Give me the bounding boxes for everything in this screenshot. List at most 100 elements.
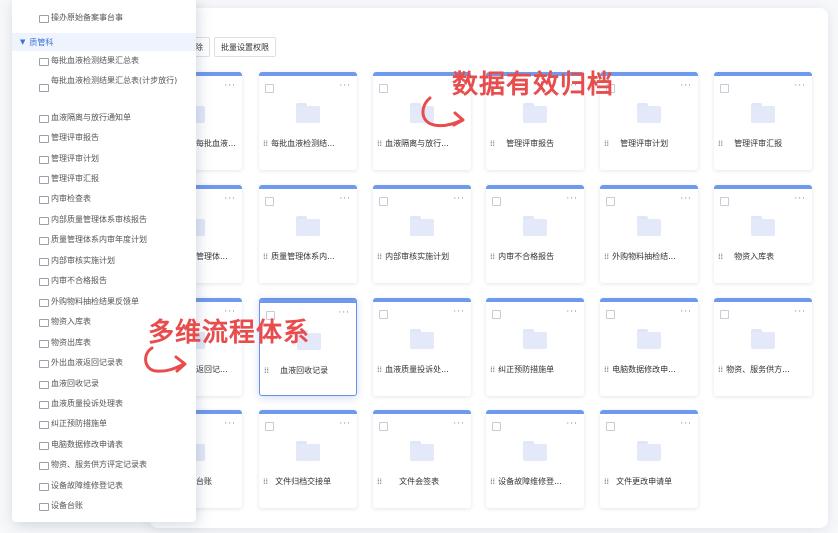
- card-checkbox[interactable]: [379, 310, 388, 319]
- card-checkbox[interactable]: [720, 197, 729, 206]
- more-icon[interactable]: ···: [453, 307, 465, 317]
- tree-item[interactable]: 血液质量投诉处理表: [12, 398, 196, 410]
- tree-item[interactable]: 纠正预防措施单: [12, 418, 196, 430]
- tree-item[interactable]: 质量管理体系内审年度计划: [12, 234, 196, 246]
- tree-item[interactable]: 设备台账: [12, 500, 196, 512]
- card-checkbox[interactable]: [265, 84, 274, 93]
- file-card[interactable]: ··· ⁞⁞ 物资入库表: [714, 185, 812, 283]
- tree-item[interactable]: 内审不合格报告: [12, 275, 196, 287]
- more-icon[interactable]: ···: [680, 419, 692, 429]
- tree-item-label: 设备故障维修登记表: [51, 481, 123, 490]
- card-checkbox[interactable]: [492, 310, 501, 319]
- more-icon[interactable]: ···: [566, 194, 578, 204]
- more-icon[interactable]: ···: [680, 81, 692, 91]
- card-checkbox[interactable]: [606, 197, 615, 206]
- more-icon[interactable]: ···: [338, 308, 350, 318]
- tree-item[interactable]: 操办原始备案事台事: [12, 12, 196, 24]
- card-label: 管理体...: [196, 252, 228, 261]
- drag-handle-icon[interactable]: ⁞⁞: [604, 477, 609, 486]
- more-icon[interactable]: ···: [794, 307, 806, 317]
- tree-item[interactable]: 内部审核实施计划: [12, 255, 196, 267]
- more-icon[interactable]: ···: [680, 307, 692, 317]
- more-icon[interactable]: ···: [453, 419, 465, 429]
- file-card[interactable]: ··· ⁞⁞ 物资、服务供方...: [714, 298, 812, 396]
- card-label: 每批血液检测结...: [196, 139, 238, 148]
- drag-handle-icon[interactable]: ⁞⁞: [718, 365, 723, 374]
- file-card[interactable]: ··· ⁞⁞ 电脑数据修改申...: [600, 298, 698, 396]
- drag-handle-icon[interactable]: ⁞⁞: [490, 139, 495, 148]
- card-checkbox[interactable]: [265, 422, 274, 431]
- file-card[interactable]: ··· ⁞⁞ 内部审核实施计划: [373, 185, 471, 283]
- drag-handle-icon[interactable]: ⁞⁞: [263, 139, 268, 148]
- caret-down-icon[interactable]: ▼: [20, 38, 25, 46]
- file-card[interactable]: ··· ⁞⁞ 文件会签表: [373, 410, 471, 508]
- file-card[interactable]: ··· ⁞⁞ 内审不合格报告: [486, 185, 584, 283]
- folder-icon: [39, 175, 49, 184]
- file-card[interactable]: ··· ⁞⁞ 设备故障维修登...: [486, 410, 584, 508]
- file-card[interactable]: ··· ⁞⁞ 文件归档交接单: [259, 410, 357, 508]
- more-icon[interactable]: ···: [453, 194, 465, 204]
- drag-handle-icon[interactable]: ⁞⁞: [490, 252, 495, 261]
- more-icon[interactable]: ···: [224, 419, 236, 429]
- more-icon[interactable]: ···: [339, 194, 351, 204]
- card-checkbox[interactable]: [720, 84, 729, 93]
- tree-parent-quality[interactable]: ▼ 质管科: [12, 33, 196, 51]
- more-icon[interactable]: ···: [680, 194, 692, 204]
- drag-handle-icon[interactable]: ⁞⁞: [490, 365, 495, 374]
- tree-item[interactable]: 每批血液检测结果汇总表(计步放行): [12, 75, 196, 92]
- drag-handle-icon[interactable]: ⁞⁞: [604, 139, 609, 148]
- file-card[interactable]: ··· ⁞⁞ 文件更改申请单: [600, 410, 698, 508]
- tree-item[interactable]: 血液隔离与放行通知单: [12, 112, 196, 124]
- tree-item[interactable]: 管理评审报告: [12, 132, 196, 144]
- tree-item[interactable]: 血液回收记录: [12, 378, 196, 390]
- more-icon[interactable]: ···: [339, 81, 351, 91]
- card-checkbox[interactable]: [492, 422, 501, 431]
- drag-handle-icon[interactable]: ⁞⁞: [604, 252, 609, 261]
- more-icon[interactable]: ···: [339, 419, 351, 429]
- tree-item[interactable]: 设备故障维修登记表: [12, 480, 196, 492]
- tree-item[interactable]: 内审检查表: [12, 193, 196, 205]
- more-icon[interactable]: ···: [566, 419, 578, 429]
- file-card[interactable]: ··· ⁞⁞ 血液质量投诉处...: [373, 298, 471, 396]
- drag-handle-icon[interactable]: ⁞⁞: [263, 477, 268, 486]
- card-checkbox[interactable]: [265, 197, 274, 206]
- drag-handle-icon[interactable]: ⁞⁞: [604, 365, 609, 374]
- tree-item[interactable]: 管理评审计划: [12, 153, 196, 165]
- more-icon[interactable]: ···: [566, 307, 578, 317]
- drag-handle-icon[interactable]: ⁞⁞: [718, 139, 723, 148]
- folder-icon: [39, 14, 49, 23]
- tree-item[interactable]: 内部质量管理体系审核报告: [12, 214, 196, 226]
- tree-item[interactable]: 物资、服务供方评定记录表: [12, 459, 196, 471]
- drag-handle-icon[interactable]: ⁞⁞: [264, 366, 269, 375]
- card-checkbox[interactable]: [379, 84, 388, 93]
- drag-handle-icon[interactable]: ⁞⁞: [263, 252, 268, 261]
- more-icon[interactable]: ···: [224, 81, 236, 91]
- more-icon[interactable]: ···: [794, 194, 806, 204]
- drag-handle-icon[interactable]: ⁞⁞: [377, 365, 382, 374]
- drag-handle-icon[interactable]: ⁞⁞: [718, 252, 723, 261]
- file-card[interactable]: ··· ⁞⁞ 外购物料抽检结...: [600, 185, 698, 283]
- tree-item[interactable]: 电脑数据修改申请表: [12, 439, 196, 451]
- card-checkbox[interactable]: [379, 197, 388, 206]
- card-checkbox[interactable]: [492, 197, 501, 206]
- tree-item[interactable]: 每批血液检测结果汇总表: [12, 55, 196, 67]
- drag-handle-icon[interactable]: ⁞⁞: [377, 477, 382, 486]
- card-checkbox[interactable]: [379, 422, 388, 431]
- more-icon[interactable]: ···: [794, 81, 806, 91]
- file-card[interactable]: ··· ⁞⁞ 每批血液检测结...: [259, 72, 357, 170]
- drag-handle-icon[interactable]: ⁞⁞: [377, 139, 382, 148]
- file-card[interactable]: ··· ⁞⁞ 纠正预防措施单: [486, 298, 584, 396]
- card-checkbox[interactable]: [720, 310, 729, 319]
- more-icon[interactable]: ···: [224, 194, 236, 204]
- drag-handle-icon[interactable]: ⁞⁞: [377, 252, 382, 261]
- tree-item[interactable]: 外购物料抽检结果反馈单: [12, 296, 196, 308]
- file-card[interactable]: ··· ⁞⁞ 质量管理体系内...: [259, 185, 357, 283]
- card-checkbox[interactable]: [606, 422, 615, 431]
- tree-item[interactable]: 管理评审汇报: [12, 173, 196, 185]
- drag-handle-icon[interactable]: ⁞⁞: [490, 477, 495, 486]
- card-checkbox[interactable]: [606, 310, 615, 319]
- file-card[interactable]: ··· ⁞⁞ 管理评审汇报: [714, 72, 812, 170]
- card-label: 返回记...: [196, 365, 228, 374]
- file-card[interactable]: ··· ⁞⁞ 管理评审计划: [600, 72, 698, 170]
- folder-icon: [39, 461, 49, 470]
